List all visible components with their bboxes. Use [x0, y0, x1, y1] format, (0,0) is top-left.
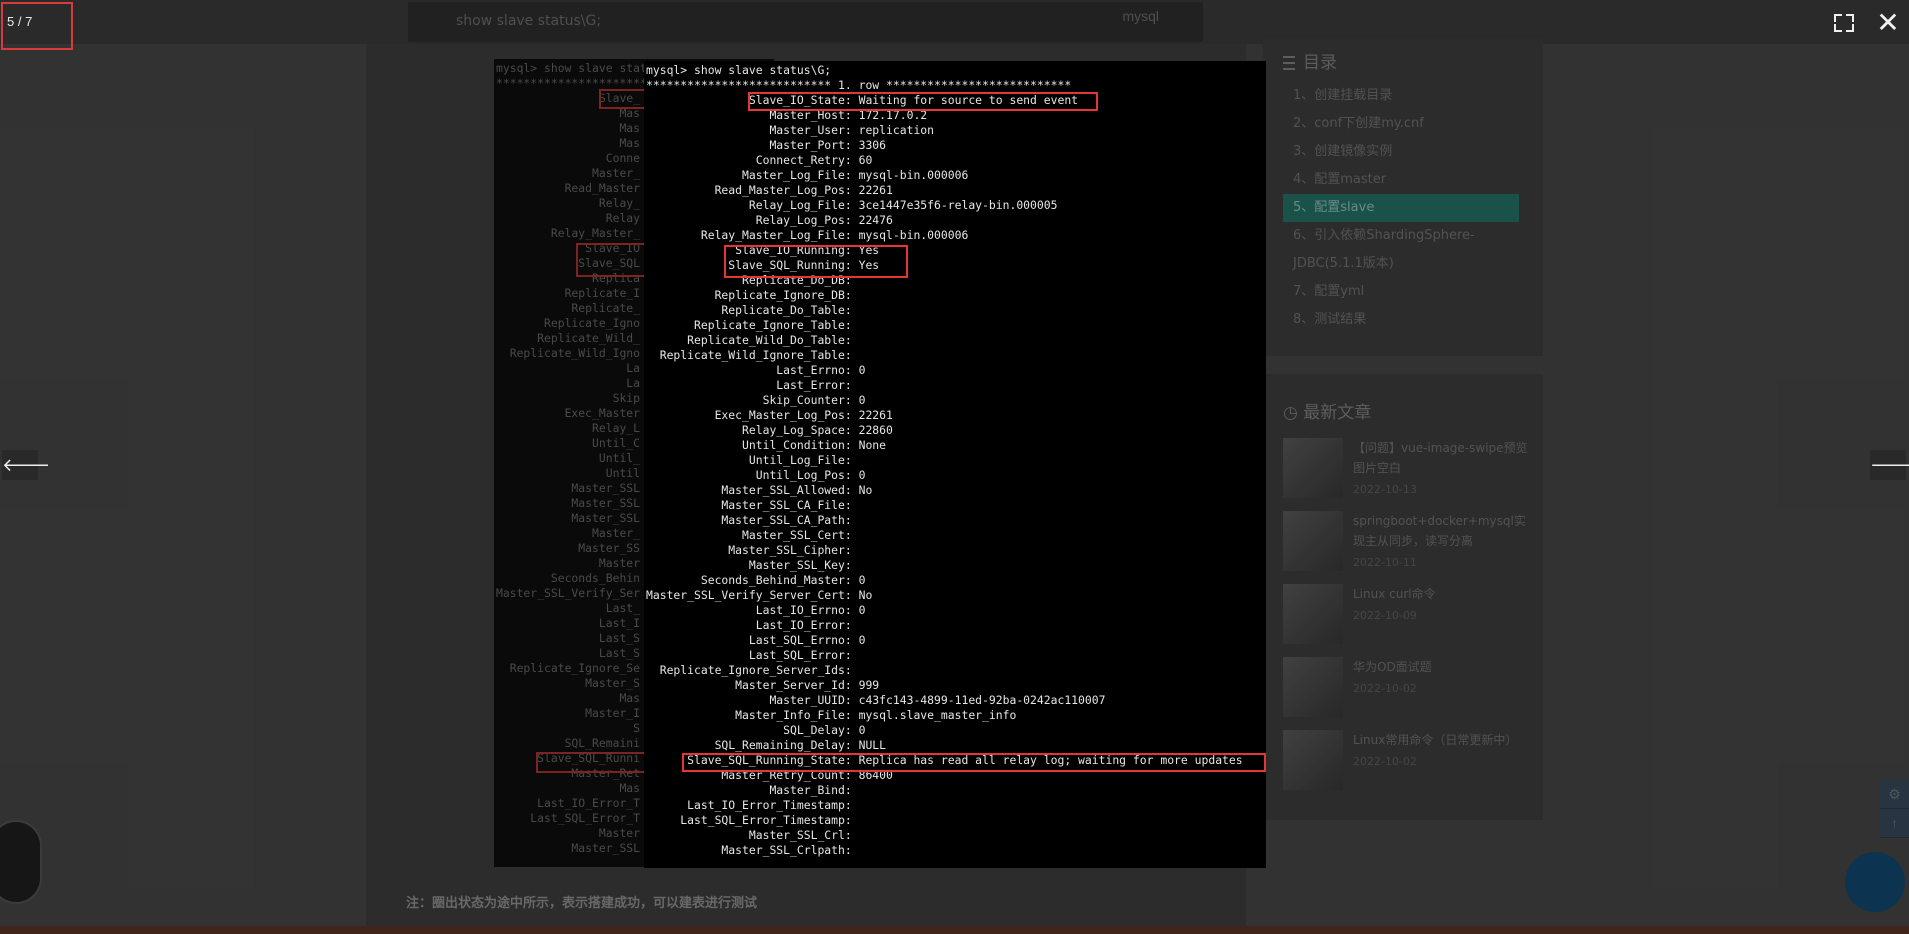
fullscreen-icon[interactable]: [1834, 14, 1854, 32]
dim-highlight-box: [576, 243, 646, 277]
dim-highlight-box: [599, 89, 647, 109]
highlight-io-state: [748, 92, 1098, 111]
prev-image-button[interactable]: 🡐: [2, 450, 50, 480]
terminal-output: mysql> show slave status\G; ************…: [646, 63, 1243, 857]
dim-highlight-box: [536, 752, 646, 773]
terminal-screenshot: mysql> show slave status\G; ************…: [644, 61, 1266, 868]
image-counter: 5 / 7: [7, 14, 33, 29]
next-image-button[interactable]: 🡒: [1870, 450, 1909, 480]
highlight-running: [724, 245, 908, 278]
previous-terminal-text: mysql> show slave stat *****************…: [496, 61, 668, 855]
highlight-sql-running-state: [682, 753, 1266, 772]
close-icon[interactable]: ✕: [1874, 9, 1902, 38]
